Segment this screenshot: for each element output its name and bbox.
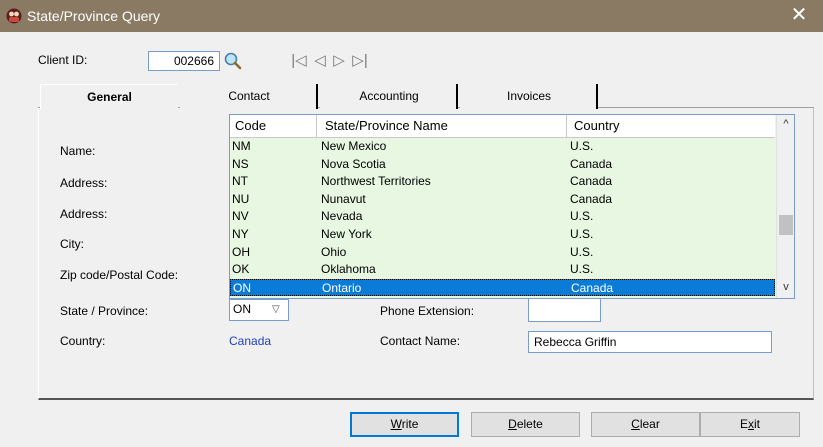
dropdown-row-selected[interactable]: ON Ontario Canada: [230, 278, 775, 296]
title-bar: State/Province Query ✕: [0, 0, 823, 32]
dropdown-row[interactable]: OR Oregon U.S.: [230, 296, 775, 298]
write-button[interactable]: Write: [350, 412, 459, 437]
country-label: Country:: [60, 334, 106, 348]
name-cell: Oklahoma: [321, 262, 376, 277]
next-record-icon[interactable]: ▷: [331, 53, 347, 69]
contact-name-input[interactable]: Rebecca Griffin: [528, 331, 772, 353]
code-cell: NS: [232, 156, 249, 171]
name-cell: Nova Scotia: [321, 156, 386, 171]
dropdown-row[interactable]: NU Nunavut Canada: [230, 191, 775, 208]
close-button[interactable]: ✕: [786, 4, 812, 28]
name-cell: New York: [321, 227, 372, 241]
zip-code-label: Zip code/Postal Code:: [60, 268, 179, 282]
column-divider: [566, 115, 567, 137]
scroll-up-icon[interactable]: ^: [777, 115, 794, 133]
dropdown-row[interactable]: NT Northwest Territories Canada: [230, 173, 775, 190]
country-cell: U.S.: [570, 227, 594, 241]
dropdown-row[interactable]: OK Oklahoma U.S.: [230, 261, 775, 278]
state-province-value: ON: [233, 302, 251, 316]
city-label: City:: [60, 237, 84, 251]
window-title: State/Province Query: [27, 8, 161, 24]
country-cell: Canada: [570, 156, 613, 171]
code-cell: OK: [232, 262, 250, 277]
dropdown-row[interactable]: NS Nova Scotia Canada: [230, 156, 775, 173]
dropdown-row[interactable]: OH Ohio U.S.: [230, 244, 775, 261]
tab-general[interactable]: General: [40, 84, 178, 110]
name-cell: Nevada: [321, 209, 363, 224]
code-cell: NU: [232, 191, 250, 206]
code-cell: NT: [232, 174, 248, 189]
contact-name-label: Contact Name:: [380, 334, 461, 348]
column-divider: [316, 115, 317, 137]
clear-button[interactable]: Clear: [591, 412, 700, 437]
address-label: Address:: [60, 176, 108, 190]
address2-label: Address:: [60, 207, 108, 221]
name-cell: Nunavut: [321, 191, 366, 206]
dropdown-row[interactable]: NY New York U.S.: [230, 226, 775, 243]
code-cell: NM: [232, 139, 251, 153]
name-column-header: State/Province Name: [325, 118, 448, 133]
exit-button[interactable]: Exit: [700, 412, 800, 437]
scrollbar-thumb[interactable]: [779, 215, 793, 235]
delete-button[interactable]: Delete: [471, 412, 580, 437]
country-cell: U.S.: [570, 209, 594, 224]
code-column-header: Code: [235, 118, 267, 133]
name-cell: Northwest Territories: [321, 174, 431, 189]
first-record-icon[interactable]: |◁: [289, 53, 309, 69]
country-cell: Canada: [570, 191, 613, 206]
code-cell: ON: [233, 280, 251, 295]
client-id-input[interactable]: 002666: [148, 51, 220, 71]
name-cell: Ontario: [322, 280, 362, 295]
country-cell: U.S.: [570, 262, 594, 277]
state-province-combo[interactable]: ON ▽: [229, 299, 289, 321]
name-cell: Oregon: [321, 296, 361, 298]
phone-extension-label: Phone Extension:: [380, 304, 475, 318]
country-cell: Canada: [570, 174, 613, 189]
state-province-dropdown-list[interactable]: Code State/Province Name Country NM New M…: [229, 114, 795, 299]
last-record-icon[interactable]: ▷|: [350, 53, 370, 69]
tab-divider: [316, 84, 318, 109]
dropdown-row[interactable]: NM New Mexico U.S.: [230, 138, 775, 155]
dropdown-arrow-icon[interactable]: ▽: [272, 301, 280, 319]
country-value: Canada: [229, 334, 272, 348]
country-cell: Canada: [571, 280, 614, 295]
app-icon: [6, 8, 22, 24]
code-cell: NY: [232, 227, 249, 241]
name-cell: Ohio: [321, 244, 347, 259]
scroll-down-icon[interactable]: v: [777, 278, 794, 296]
tab-contact[interactable]: Contact: [180, 84, 318, 108]
dropdown-rows: NM New Mexico U.S. NS Nova Scotia Canada NT Nor…: [230, 138, 775, 298]
code-cell: OH: [232, 244, 250, 259]
name-cell: New Mexico: [321, 139, 387, 153]
name-label: Name:: [60, 144, 96, 158]
tab-divider: [456, 84, 458, 109]
code-cell: OR: [232, 296, 250, 298]
client-id-label: Client ID:: [38, 53, 88, 67]
country-cell: U.S.: [570, 244, 594, 259]
tab-invoices[interactable]: Invoices: [460, 84, 598, 108]
code-cell: NV: [232, 209, 249, 224]
tab-accounting[interactable]: Accounting: [320, 84, 458, 108]
country-column-header: Country: [574, 118, 620, 133]
tab-divider: [596, 84, 598, 109]
country-cell: U.S.: [570, 296, 593, 298]
search-icon[interactable]: [223, 51, 243, 71]
dropdown-row[interactable]: NV Nevada U.S.: [230, 208, 775, 225]
state-province-label: State / Province:: [60, 304, 149, 318]
country-cell: U.S.: [570, 139, 594, 153]
prev-record-icon[interactable]: ◁: [312, 53, 328, 69]
dropdown-scrollbar[interactable]: ^ v: [776, 115, 794, 298]
phone-extension-input[interactable]: [528, 298, 601, 322]
dropdown-header: Code State/Province Name Country: [230, 115, 775, 138]
